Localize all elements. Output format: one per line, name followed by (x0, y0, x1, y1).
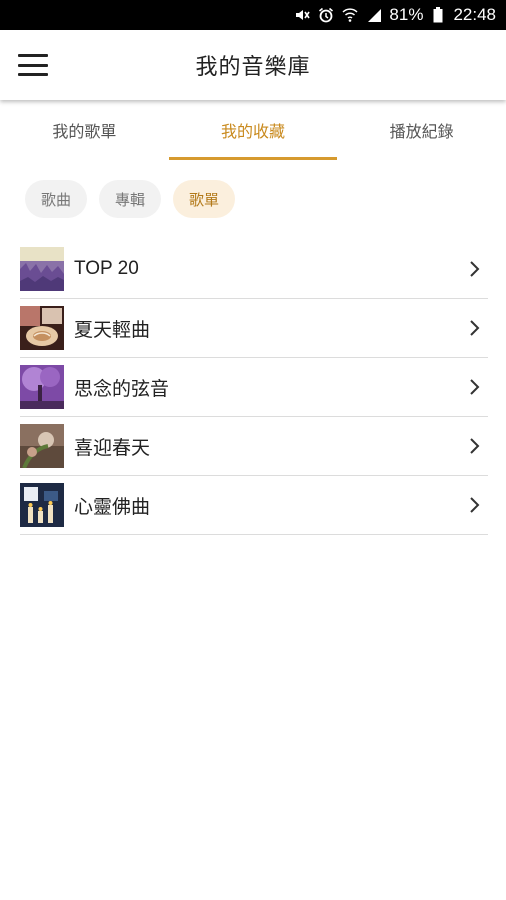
hamburger-menu-icon[interactable] (18, 52, 48, 78)
battery-icon (429, 6, 447, 24)
list-item[interactable]: 喜迎春天 (20, 417, 488, 476)
clock: 22:48 (453, 5, 496, 24)
playlist-title: 思念的弦音 (74, 378, 170, 400)
lavender-field-thumbnail (20, 247, 64, 291)
wifi-icon (341, 6, 359, 24)
candles-thumbnail (20, 483, 64, 527)
filter-chip-songs[interactable]: 歌曲 (25, 180, 88, 218)
list-item[interactable]: 思念的弦音 (20, 358, 488, 417)
list-item[interactable]: TOP 20 (20, 240, 488, 299)
playlist-title: TOP 20 (74, 258, 139, 279)
status-bar: 81% 22:48 (0, 0, 506, 30)
mute-icon (293, 6, 311, 24)
filter-chip-playlists[interactable]: 歌單 (173, 180, 236, 218)
playlist-list: TOP 20 夏天輕曲 思念的弦音 喜迎春天 心靈佛曲 (20, 240, 488, 535)
app-bar: 我的音樂庫 (0, 30, 506, 100)
filter-chip-albums[interactable]: 專輯 (99, 180, 162, 218)
playlist-title: 夏天輕曲 (74, 319, 151, 341)
chevron-right-icon (464, 259, 484, 279)
tab-bar: 我的歌單 我的收藏 播放紀錄 (0, 100, 506, 160)
chevron-right-icon (464, 377, 484, 397)
alarm-icon (317, 6, 335, 24)
playlist-title: 心靈佛曲 (74, 496, 151, 518)
filter-chips: 歌曲 專輯 歌單 (25, 180, 236, 218)
battery-percent: 81% (389, 5, 424, 24)
playlist-title: 喜迎春天 (74, 437, 151, 459)
chevron-right-icon (464, 436, 484, 456)
tab-my-favorites[interactable]: 我的收藏 (168, 100, 338, 160)
list-item[interactable]: 夏天輕曲 (20, 299, 488, 358)
tab-my-playlists[interactable]: 我的歌單 (0, 100, 169, 160)
signal-icon (365, 6, 383, 24)
tab-play-history[interactable]: 播放紀錄 (337, 100, 506, 160)
chevron-right-icon (464, 495, 484, 515)
list-item[interactable]: 心靈佛曲 (20, 476, 488, 535)
coffee-cup-thumbnail (20, 306, 64, 350)
page-title: 我的音樂庫 (195, 55, 311, 80)
flower-thumbnail (20, 424, 64, 468)
chevron-right-icon (464, 318, 484, 338)
purple-tree-thumbnail (20, 365, 64, 409)
